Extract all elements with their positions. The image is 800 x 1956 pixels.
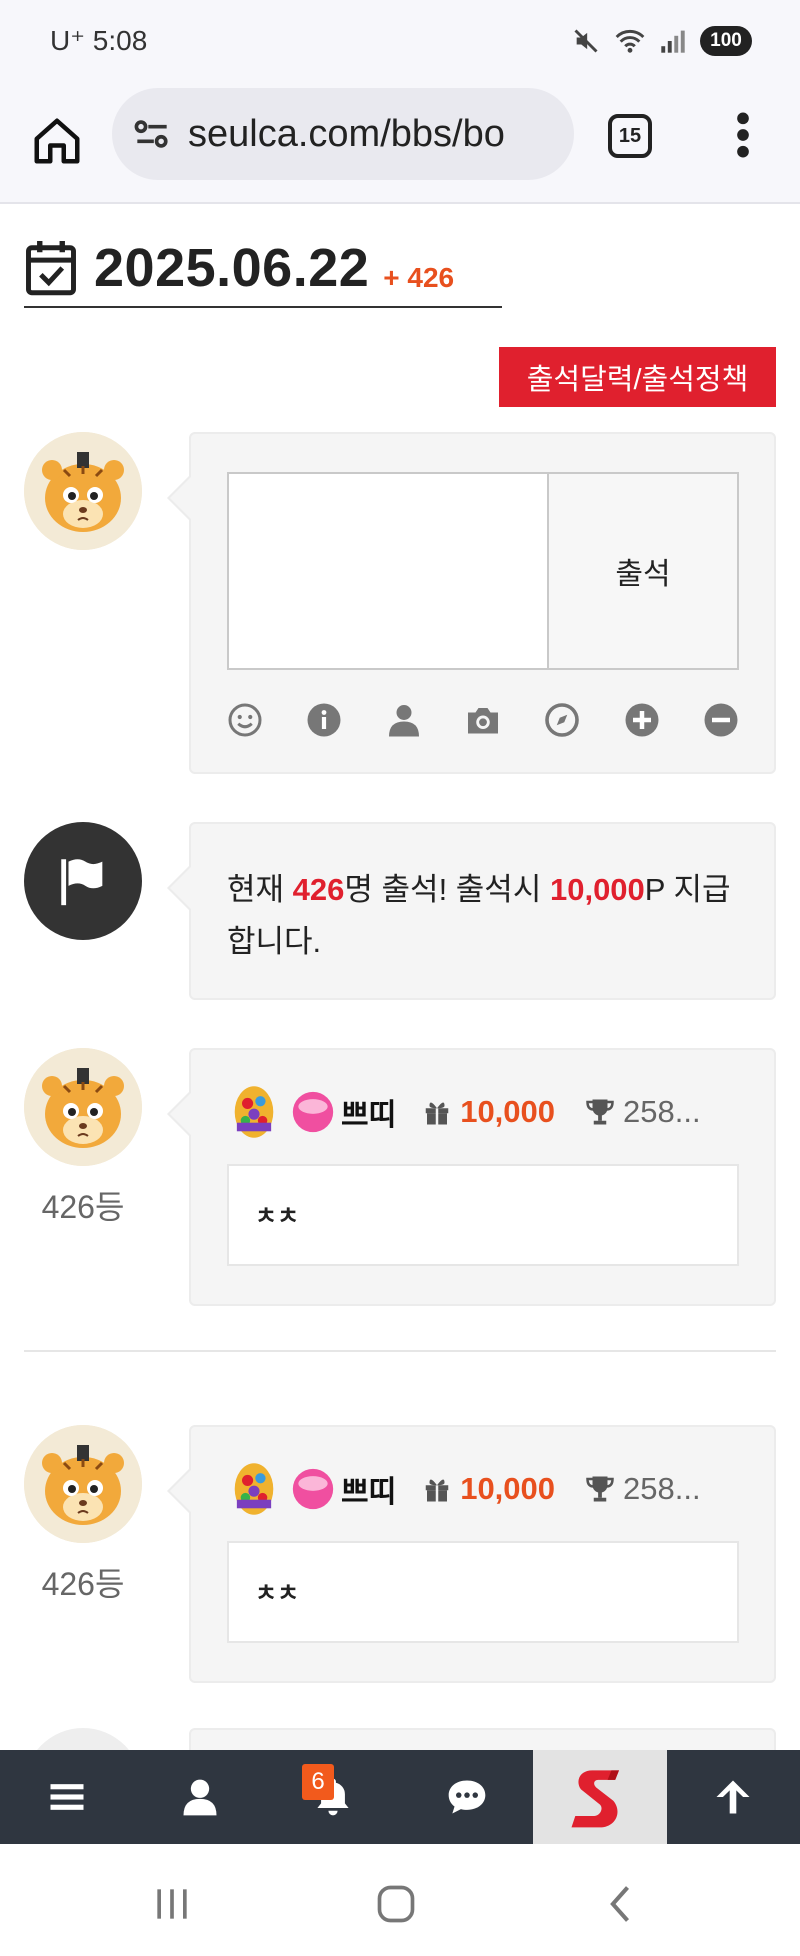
compass-icon[interactable]	[544, 702, 580, 738]
attendance-notice: 현재 426명 출석! 출석시 10,000P 지급합니다.	[167, 822, 776, 1000]
recent-apps-icon[interactable]	[150, 1882, 194, 1926]
avatar[interactable]	[24, 1425, 142, 1543]
status-time: U⁺ 5:08	[50, 25, 148, 56]
attendance-date-header: 2025.06.22 + 426	[24, 230, 502, 308]
arrow-up-icon	[716, 1780, 750, 1814]
gift-icon	[425, 1479, 449, 1502]
comment-textarea[interactable]	[227, 472, 549, 670]
avatar	[24, 432, 142, 550]
tab-switcher-button[interactable]: 15	[608, 114, 652, 158]
minus-circle-icon[interactable]	[703, 702, 739, 738]
attendance-rank: 426등	[41, 1189, 125, 1225]
notice-text: 현재 426명 출석! 출석시 10,000P 지급합니다.	[227, 872, 731, 959]
system-navigation-bar	[0, 1844, 800, 1956]
camera-icon[interactable]	[465, 702, 501, 738]
plus-circle-icon[interactable]	[624, 702, 660, 738]
menu-icon	[50, 1784, 84, 1810]
url-text[interactable]: seulca.com/bbs/bo	[188, 113, 505, 156]
back-icon[interactable]	[600, 1882, 644, 1926]
nav-profile[interactable]	[133, 1750, 266, 1844]
entry-header: 쁘띠 10,000 258...	[227, 1080, 701, 1144]
compose-toolbar	[227, 702, 739, 738]
calendar-check-icon	[26, 241, 76, 296]
trophy-icon	[586, 1476, 614, 1502]
nav-menu[interactable]	[0, 1750, 133, 1844]
address-bar[interactable]: seulca.com/bbs/bo	[112, 88, 574, 180]
attendance-count: + 426	[383, 262, 455, 293]
level-egg-icon	[234, 1086, 274, 1138]
tiger-avatar-icon	[24, 432, 142, 550]
attendance-compose: 출석	[167, 432, 776, 774]
home-nav-icon[interactable]	[374, 1882, 418, 1926]
user-nickname[interactable]: 쁘띠	[341, 1467, 396, 1511]
home-icon[interactable]	[30, 114, 84, 168]
notice-points: 10,000	[549, 872, 645, 907]
nav-scroll-top[interactable]	[667, 1750, 800, 1844]
info-icon[interactable]	[306, 702, 342, 738]
avatar[interactable]	[24, 1048, 142, 1166]
signal-icon	[661, 30, 685, 53]
nav-chat[interactable]	[400, 1750, 533, 1844]
site-logo[interactable]	[533, 1750, 667, 1844]
attendance-rank: 426등	[41, 1566, 125, 1602]
site-settings-icon[interactable]	[130, 112, 174, 156]
entry-trophy-value: 258...	[623, 1471, 701, 1506]
site-logo-icon	[571, 1770, 619, 1828]
user-nickname[interactable]: 쁘띠	[341, 1090, 396, 1134]
attendance-entry: 쁘띠 10,000 258... ㅊㅊ	[167, 1425, 776, 1683]
entry-message: ㅊㅊ	[227, 1541, 739, 1643]
trophy-icon	[586, 1099, 614, 1125]
attendance-policy-button[interactable]: 출석달력/출석정책	[499, 347, 776, 407]
site-bottom-nav	[0, 1750, 800, 1844]
flag-icon	[61, 859, 103, 906]
entry-trophy-value: 258...	[623, 1094, 701, 1129]
entry-header: 쁘띠 10,000 258...	[227, 1457, 701, 1521]
user-icon[interactable]	[386, 702, 422, 738]
divider	[24, 1350, 776, 1352]
flag-avatar	[24, 822, 142, 940]
pink-orb-icon	[292, 1468, 334, 1510]
status-icons: 100	[572, 24, 752, 58]
battery-indicator: 100	[700, 26, 752, 56]
notice-count: 426	[292, 872, 345, 907]
tiger-avatar-icon	[24, 1048, 142, 1166]
notification-count-badge: 6	[302, 1764, 334, 1800]
attendance-date: 2025.06.22	[94, 238, 370, 298]
wifi-icon	[615, 30, 645, 53]
gift-icon	[425, 1102, 449, 1125]
more-options-icon[interactable]	[728, 110, 758, 160]
attend-submit-button[interactable]: 출석	[549, 472, 739, 670]
attendance-entry: 쁘띠 10,000 258... ㅊㅊ	[167, 1048, 776, 1306]
entry-points: 10,000	[460, 1094, 556, 1129]
entry-message: ㅊㅊ	[227, 1164, 739, 1266]
status-bar: U⁺ 5:08 100	[0, 0, 800, 84]
level-egg-icon	[234, 1463, 274, 1515]
pink-orb-icon	[292, 1091, 334, 1133]
browser-toolbar: seulca.com/bbs/bo 15	[0, 84, 800, 204]
smile-icon[interactable]	[227, 702, 263, 738]
tiger-avatar-icon	[24, 1425, 142, 1543]
entry-points: 10,000	[460, 1471, 556, 1506]
user-icon	[183, 1779, 217, 1816]
chat-icon	[448, 1780, 485, 1814]
mute-icon	[574, 29, 598, 53]
